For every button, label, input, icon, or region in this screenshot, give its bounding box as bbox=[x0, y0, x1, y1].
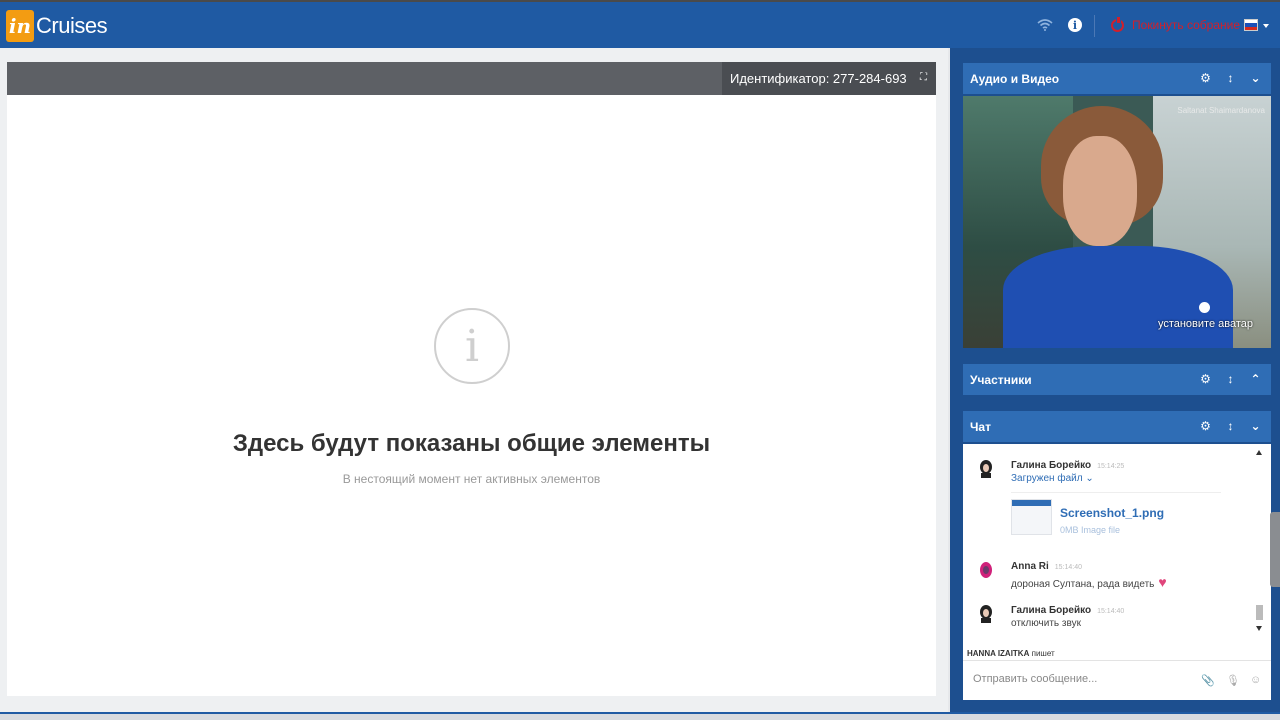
gear-icon[interactable]: ⚙ bbox=[1200, 72, 1211, 84]
feedback-tab[interactable] bbox=[1270, 512, 1280, 587]
message-text: отключить звук bbox=[1011, 618, 1081, 629]
file-thumbnail bbox=[1011, 499, 1052, 535]
wifi-icon[interactable] bbox=[1036, 16, 1054, 34]
shared-content-header: Идентификатор: 277-284-693 ⛶ bbox=[7, 62, 936, 95]
resize-vertical-icon[interactable]: ↕ bbox=[1225, 373, 1236, 385]
message-time: 15:14:40 bbox=[1097, 608, 1125, 615]
shared-content-panel: Идентификатор: 277-284-693 ⛶ i Здесь буд… bbox=[7, 62, 936, 696]
message-time: 15:14:25 bbox=[1097, 463, 1125, 470]
divider bbox=[1094, 15, 1095, 37]
chat-body: Галина Борейко 15:14:25 Загружен файл ⌄ S… bbox=[963, 444, 1271, 700]
paperclip-icon[interactable]: 📎 bbox=[1201, 674, 1215, 687]
chevron-down-icon[interactable]: ⌄ bbox=[1250, 72, 1261, 84]
message-author: Anna Ri bbox=[1011, 561, 1049, 572]
typing-indicator: HANNA IZAITKA пишет bbox=[967, 649, 1055, 658]
chevron-up-icon[interactable]: ⌃ bbox=[1250, 373, 1261, 385]
emoji-icon[interactable]: ☺ bbox=[1250, 674, 1261, 686]
empty-state-subtitle: В нестоящий момент нет активных элементо… bbox=[342, 472, 601, 486]
audio-video-title: Аудио и Видео bbox=[970, 71, 1060, 86]
user-avatar bbox=[980, 605, 992, 623]
set-avatar-link[interactable]: установите аватар bbox=[1158, 318, 1253, 330]
scrollbar-thumb[interactable] bbox=[1256, 605, 1263, 620]
heart-icon: ♥ bbox=[1158, 574, 1167, 590]
info-circle-icon: i bbox=[434, 308, 510, 384]
bottom-strip bbox=[0, 712, 1280, 720]
empty-state-title: Здесь будут показаны общие элементы bbox=[232, 430, 711, 457]
expand-icon[interactable]: ⛶ bbox=[920, 73, 930, 83]
chat-composer: 📎 🎙 ☺ bbox=[963, 660, 1271, 700]
meeting-id-text: Идентификатор: 277-284-693 bbox=[730, 71, 907, 86]
resize-vertical-icon[interactable]: ↕ bbox=[1225, 420, 1236, 432]
leave-meeting-button[interactable]: Покинуть собрание bbox=[1111, 16, 1240, 32]
file-name-link[interactable]: Screenshot_1.png bbox=[1060, 506, 1164, 520]
user-icon bbox=[1199, 302, 1210, 313]
chevron-down-icon[interactable] bbox=[1263, 24, 1269, 28]
ru-flag-icon[interactable] bbox=[1244, 19, 1258, 31]
scroll-up-icon[interactable] bbox=[1256, 450, 1262, 455]
chat-title: Чат bbox=[970, 419, 991, 434]
message-time: 15:14:40 bbox=[1054, 564, 1083, 571]
file-meta: 0MB Image file bbox=[1060, 525, 1121, 535]
chevron-down-icon[interactable]: ⌄ bbox=[1250, 420, 1261, 432]
message-author: Галина Борейко bbox=[1011, 460, 1092, 471]
file-attachment[interactable]: Screenshot_1.png 0MB Image file bbox=[1011, 492, 1221, 538]
app-logo[interactable]: in Cruises bbox=[6, 9, 108, 43]
gear-icon[interactable]: ⚙ bbox=[1200, 373, 1211, 385]
meeting-id-label: Идентификатор: 277-284-693 ⛶ bbox=[722, 62, 936, 95]
video-tile[interactable]: Saltanat Shaimardanova установите аватар bbox=[963, 96, 1271, 348]
participants-title: Участники bbox=[970, 372, 1032, 387]
sidebar: Аудио и Видео ⚙ ↕ ⌄ Saltanat Shaimardano… bbox=[950, 48, 1280, 712]
chat-panel-header[interactable]: Чат ⚙ ↕ ⌄ bbox=[963, 411, 1271, 442]
microphone-icon[interactable]: 🎙 bbox=[1226, 674, 1240, 687]
participant-name: Saltanat Shaimardanova bbox=[1177, 106, 1265, 115]
user-avatar bbox=[980, 562, 992, 578]
shared-content-area: Идентификатор: 277-284-693 ⛶ i Здесь буд… bbox=[0, 48, 948, 712]
user-avatar bbox=[980, 460, 992, 478]
power-icon bbox=[1111, 16, 1124, 32]
leave-meeting-label: Покинуть собрание bbox=[1132, 18, 1240, 32]
audio-video-panel-header[interactable]: Аудио и Видео ⚙ ↕ ⌄ bbox=[963, 63, 1271, 94]
info-icon[interactable]: i bbox=[1066, 16, 1084, 34]
logo-mark: in bbox=[6, 10, 34, 42]
top-bar: in Cruises i Покинуть собрание bbox=[0, 0, 1280, 48]
scroll-down-icon[interactable] bbox=[1256, 626, 1262, 631]
resize-vertical-icon[interactable]: ↕ bbox=[1225, 72, 1236, 84]
message-text: дороная Султана, рада видеть bbox=[1011, 579, 1155, 590]
gear-icon[interactable]: ⚙ bbox=[1200, 420, 1211, 432]
participants-panel-header[interactable]: Участники ⚙ ↕ ⌃ bbox=[963, 364, 1271, 395]
chat-message-input[interactable] bbox=[973, 673, 1193, 685]
chat-scrollbar[interactable] bbox=[1255, 450, 1263, 631]
logo-text: Cruises bbox=[36, 13, 108, 38]
message-author: Галина Борейко bbox=[1011, 605, 1092, 616]
uploaded-file-toggle[interactable]: Загружен файл ⌄ bbox=[1011, 473, 1094, 484]
